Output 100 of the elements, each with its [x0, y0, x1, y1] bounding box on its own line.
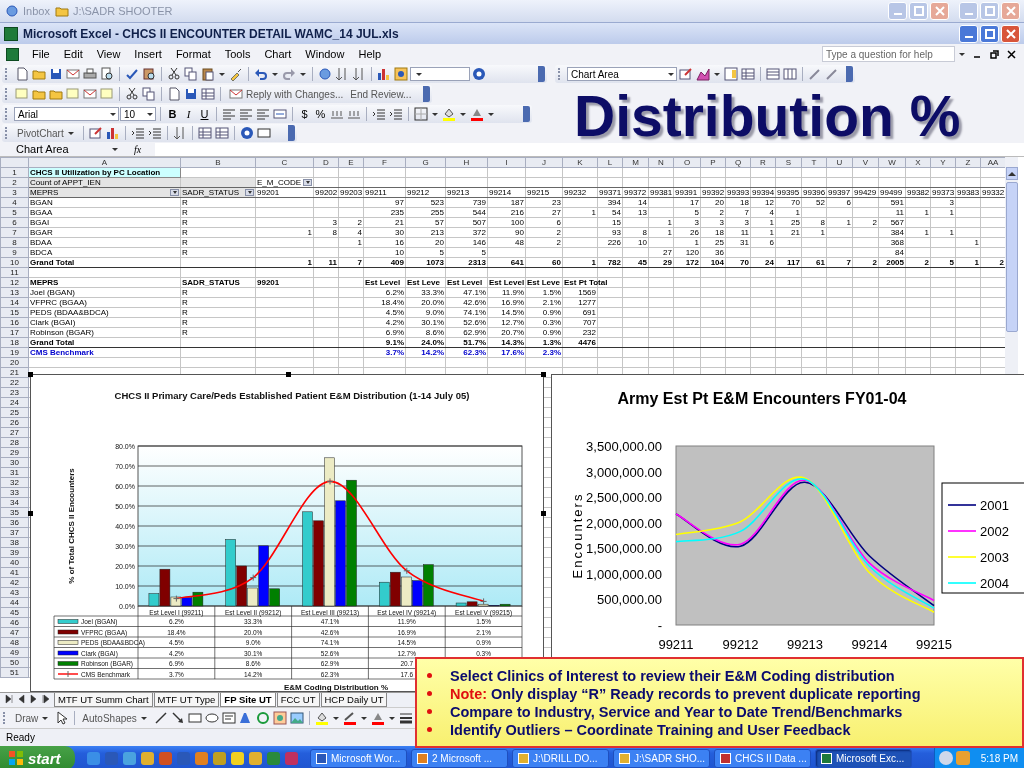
table-cell: 1: [974, 238, 979, 247]
table-cell: 14.5%: [501, 308, 524, 317]
column-header[interactable]: H: [463, 159, 470, 167]
row-label: BGAI: [30, 218, 50, 227]
column-header[interactable]: V: [862, 159, 869, 167]
column-header[interactable]: U: [836, 159, 843, 167]
menu-item[interactable]: Chart: [257, 48, 299, 60]
table-cell: 30.1%: [421, 318, 444, 327]
sheet-tab[interactable]: FP Site UT: [220, 693, 276, 707]
column-header[interactable]: S: [785, 159, 792, 167]
column-header[interactable]: Z: [965, 159, 971, 167]
row-number[interactable]: 3: [12, 189, 17, 197]
column-header[interactable]: I: [505, 159, 508, 167]
row-number[interactable]: 1: [12, 169, 17, 177]
table-cell: 2: [872, 258, 877, 267]
help-search-field[interactable]: Type a question for help: [822, 46, 955, 62]
column-header[interactable]: L: [607, 159, 613, 167]
table-cell: 99383: [957, 188, 980, 197]
column-header[interactable]: F: [382, 159, 387, 167]
axis-label: 3,500,000.00: [586, 439, 662, 454]
font-dropdown[interactable]: Arial: [14, 107, 119, 121]
font-size-dropdown[interactable]: 10: [120, 107, 156, 121]
axis-label: 1,000,000.00: [586, 566, 662, 582]
underline-button[interactable]: U: [197, 108, 212, 120]
row-number[interactable]: 2: [12, 179, 17, 187]
column-header[interactable]: P: [710, 159, 716, 167]
axis-label: 99214: [851, 637, 888, 652]
name-box[interactable]: Chart Area: [0, 142, 120, 156]
column-header[interactable]: E: [348, 159, 354, 167]
column-header[interactable]: T: [811, 159, 817, 167]
menu-item[interactable]: Insert: [127, 48, 169, 60]
function-button[interactable]: fx: [134, 143, 142, 155]
taskbar-button[interactable]: 2 Microsoft ...: [411, 748, 508, 768]
table-cell: 99396: [803, 188, 826, 197]
column-header[interactable]: D: [323, 159, 329, 167]
table-cell: 18: [715, 228, 724, 237]
sheet-tab[interactable]: MTF UT Summ Chart: [54, 693, 153, 707]
column-header[interactable]: X: [915, 159, 921, 167]
table-cell: 3: [949, 198, 954, 207]
axis-title: E&M Coding Distribution %: [284, 683, 388, 692]
italic-button[interactable]: I: [181, 108, 196, 120]
chart-objects-dropdown[interactable]: Chart Area: [567, 67, 677, 81]
row-number[interactable]: 9: [12, 249, 17, 257]
row-number[interactable]: 4: [12, 199, 17, 207]
percent-button[interactable]: %: [313, 108, 328, 120]
bold-button[interactable]: B: [165, 108, 180, 120]
column-header[interactable]: N: [658, 159, 664, 167]
table-cell: 27: [663, 248, 672, 257]
table-cell: 27: [552, 208, 561, 217]
menu-item[interactable]: Tools: [217, 48, 258, 60]
column-header[interactable]: Y: [940, 159, 946, 167]
table-cell: 99373: [932, 188, 955, 197]
table-cell: Est Leve: [527, 278, 560, 287]
table-cell: 1: [769, 228, 774, 237]
table-cell: 24: [765, 258, 774, 267]
table-cell: 99211: [365, 188, 387, 197]
menu-item[interactable]: Edit: [56, 48, 90, 60]
taskbar-button[interactable]: J:\DRILL DO...: [512, 748, 609, 768]
menu-item[interactable]: Window: [298, 48, 352, 60]
autoshapes-menu[interactable]: AutoShapes: [79, 712, 152, 724]
sheet-tab[interactable]: FCC UT: [276, 693, 320, 707]
row-label: VFPRC (BGAA): [30, 298, 87, 307]
row-number[interactable]: 7: [12, 229, 17, 237]
taskbar-button[interactable]: Microsoft Exc...: [815, 748, 912, 768]
column-header[interactable]: J: [542, 159, 546, 167]
row-number[interactable]: 8: [12, 239, 17, 247]
column-header[interactable]: A: [101, 159, 108, 167]
table-cell: 20.7%: [501, 328, 524, 337]
table-cell: 409: [390, 258, 404, 267]
menu-item[interactable]: File: [25, 48, 57, 60]
draw-menu[interactable]: Draw: [12, 712, 54, 724]
column-header[interactable]: G: [422, 159, 429, 167]
column-header[interactable]: R: [760, 159, 766, 167]
menu-item[interactable]: View: [89, 48, 128, 60]
sheet-tab[interactable]: HCP Daily UT: [320, 693, 388, 707]
start-button[interactable]: start: [0, 746, 75, 768]
axis-label: 1,500,000.00: [586, 541, 662, 557]
taskbar-button[interactable]: J:\SADR SHO...: [613, 748, 710, 768]
table-cell: 2: [999, 258, 1004, 267]
sheet-tab[interactable]: MTF UT Type: [153, 693, 220, 707]
table-cell: 6: [846, 198, 851, 207]
column-header[interactable]: B: [215, 159, 221, 167]
row-number[interactable]: 6: [12, 219, 17, 227]
reply-button[interactable]: Reply with Changes...: [225, 87, 347, 101]
menu-item[interactable]: Help: [351, 48, 389, 60]
column-header[interactable]: M: [632, 159, 639, 167]
taskbar-button[interactable]: Microsoft Wor...: [310, 748, 407, 768]
taskbar-button[interactable]: CHCS II Data ...: [714, 748, 811, 768]
menu-item[interactable]: Format: [168, 48, 218, 60]
row-number[interactable]: 5: [12, 209, 17, 217]
table-cell: 11.9%: [501, 288, 524, 297]
table-cell: 2: [556, 238, 561, 247]
column-header[interactable]: C: [281, 159, 288, 167]
table-cell: 1: [949, 208, 954, 217]
table-cell: 90: [515, 228, 524, 237]
end-review-button[interactable]: End Review...: [347, 88, 415, 100]
axis-label: 500,000.00: [596, 592, 662, 608]
pivotchart-menu[interactable]: PivotChart: [14, 127, 79, 139]
currency-button[interactable]: $: [297, 108, 312, 120]
column-header[interactable]: K: [577, 159, 583, 167]
